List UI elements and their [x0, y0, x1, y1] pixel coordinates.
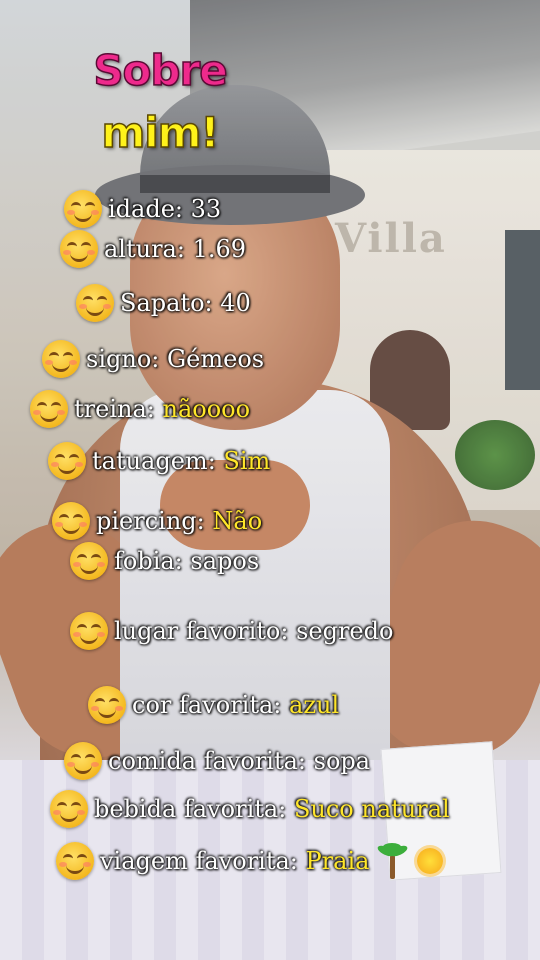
- info-label: cor favorita:: [132, 691, 282, 719]
- info-value: 33: [190, 195, 222, 223]
- info-value: sopa: [313, 747, 371, 775]
- info-row-idade: idade: 33: [64, 190, 221, 228]
- info-label: lugar favorito:: [114, 617, 289, 645]
- info-label: idade:: [108, 195, 183, 223]
- smiling-face-icon: [64, 190, 102, 228]
- palm-tree-icon: [375, 843, 410, 879]
- info-label: viagem favorita:: [100, 847, 298, 875]
- info-value: Gémeos: [167, 345, 265, 373]
- title-line-2: mim!: [101, 107, 221, 158]
- info-value: 1.69: [192, 235, 247, 263]
- info-label: comida favorita:: [108, 747, 307, 775]
- info-value: Praia: [305, 847, 370, 875]
- smiling-face-icon: [50, 790, 88, 828]
- smiling-face-icon: [70, 612, 108, 650]
- info-row-treina: treina: nãoooo: [30, 390, 250, 428]
- info-row-fobia: fobia: sapos: [70, 542, 259, 580]
- info-value: segredo: [296, 617, 394, 645]
- info-label: treina:: [74, 395, 155, 423]
- smiling-face-icon: [52, 502, 90, 540]
- info-row-viagem-favorita: viagem favorita: Praia: [56, 842, 444, 880]
- info-value: Sim: [223, 447, 271, 475]
- smiling-face-icon: [48, 442, 86, 480]
- info-label: Sapato:: [120, 289, 213, 317]
- info-row-sapato: Sapato: 40: [76, 284, 251, 322]
- info-value: 40: [220, 289, 251, 317]
- smiling-face-icon: [60, 230, 98, 268]
- info-row-piercing: piercing: Não: [52, 502, 262, 540]
- info-value: sapos: [190, 547, 260, 575]
- info-value: azul: [289, 691, 340, 719]
- info-value: Suco natural: [293, 795, 450, 823]
- info-row-comida-favorita: comida favorita: sopa: [64, 742, 370, 780]
- info-value: Não: [212, 507, 263, 535]
- smiling-face-icon: [56, 842, 94, 880]
- info-label: bebida favorita:: [94, 795, 287, 823]
- smiling-face-icon: [42, 340, 80, 378]
- info-row-cor-favorita: cor favorita: azul: [88, 686, 339, 724]
- info-row-altura: altura: 1.69: [60, 230, 246, 268]
- info-row-bebida-favorita: bebida favorita: Suco natural: [50, 790, 450, 828]
- smiling-face-icon: [70, 542, 108, 580]
- info-label: tatuagem:: [92, 447, 216, 475]
- info-row-signo: signo: Gémeos: [42, 340, 264, 378]
- sun-icon: [417, 848, 444, 874]
- smiling-face-icon: [76, 284, 114, 322]
- info-label: signo:: [86, 345, 160, 373]
- info-row-tatuagem: tatuagem: Sim: [48, 442, 270, 480]
- title-line-1: Sobre: [93, 45, 229, 96]
- smiling-face-icon: [30, 390, 68, 428]
- info-value: nãoooo: [162, 395, 251, 423]
- info-row-lugar-favorito: lugar favorito: segredo: [70, 612, 393, 650]
- info-label: piercing:: [96, 507, 205, 535]
- smiling-face-icon: [64, 742, 102, 780]
- info-label: altura:: [104, 235, 185, 263]
- smiling-face-icon: [88, 686, 126, 724]
- info-label: fobia:: [114, 547, 183, 575]
